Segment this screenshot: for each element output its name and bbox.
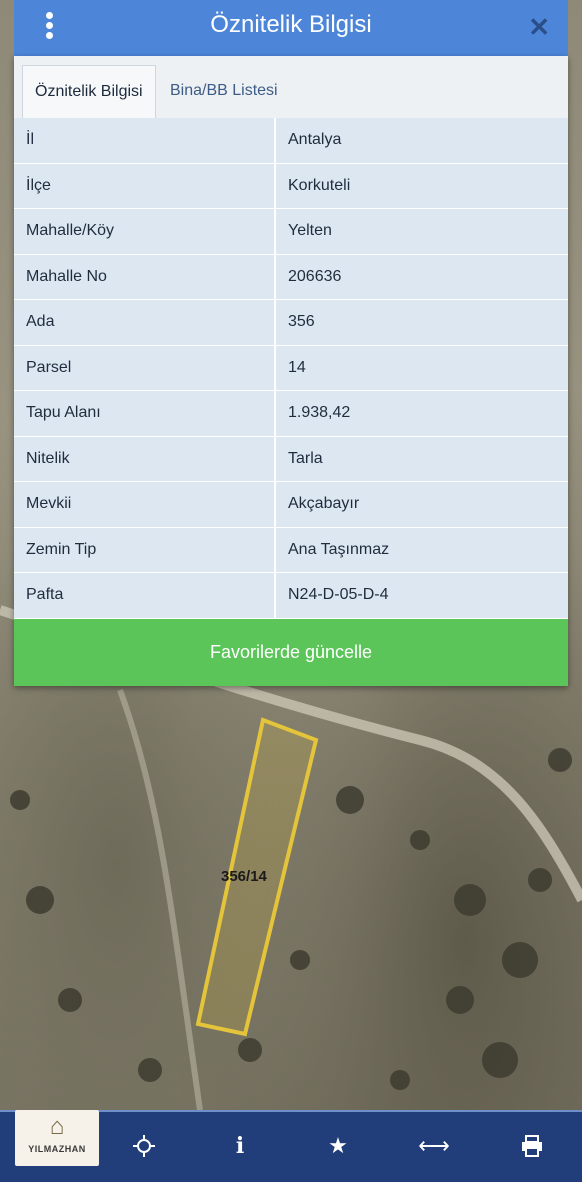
- attr-key: Mahalle/Köy: [14, 208, 275, 255]
- logo-name: YILMAZHAN: [28, 1144, 86, 1154]
- attr-value: 356: [274, 299, 568, 346]
- attribute-table: İl Antalya İlçe Korkuteli Mahalle/Köy Yelte…: [14, 118, 568, 619]
- attr-key: İlçe: [14, 163, 275, 209]
- tab-attribute-info[interactable]: Öznitelik Bilgisi: [22, 65, 156, 118]
- attr-key: Pafta: [14, 572, 275, 619]
- attr-key: Parsel: [14, 345, 275, 391]
- table-row: Parsel 14: [14, 345, 568, 391]
- attr-value: 14: [274, 345, 568, 391]
- table-row: Zemin Tip Ana Taşınmaz: [14, 527, 568, 573]
- pan-icon[interactable]: [126, 1126, 162, 1166]
- attr-key: İl: [14, 118, 275, 164]
- attr-value: Ana Taşınmaz: [274, 527, 568, 573]
- table-row: Pafta N24-D-05-D-4: [14, 572, 568, 619]
- attr-value: Korkuteli: [274, 163, 568, 209]
- attr-key: Tapu Alanı: [14, 390, 275, 437]
- table-row: İl Antalya: [14, 118, 568, 164]
- table-row: Ada 356: [14, 299, 568, 346]
- tab-bar: Öznitelik Bilgisi Bina/BB Listesi: [14, 56, 568, 118]
- table-row: İlçe Korkuteli: [14, 163, 568, 209]
- info-icon[interactable]: i: [222, 1126, 258, 1166]
- attribute-panel: Öznitelik Bilgisi Bina/BB Listesi İl Anta…: [14, 56, 568, 686]
- brand-logo: ⌂ YILMAZHAN: [15, 1110, 99, 1166]
- tab-building-list[interactable]: Bina/BB Listesi: [158, 65, 290, 117]
- attr-key: Zemin Tip: [14, 527, 275, 573]
- page-title: Öznitelik Bilgisi: [210, 11, 372, 38]
- attr-value: 1.938,42: [274, 390, 568, 437]
- attr-key: Ada: [14, 299, 275, 346]
- table-row: Nitelik Tarla: [14, 436, 568, 482]
- attr-value: Yelten: [274, 208, 568, 255]
- table-row: Mahalle/Köy Yelten: [14, 208, 568, 255]
- measure-icon[interactable]: ⟷: [416, 1126, 452, 1166]
- update-favorites-button[interactable]: Favorilerde güncelle: [14, 619, 568, 686]
- attr-value: Tarla: [274, 436, 568, 482]
- table-row: Tapu Alanı 1.938,42: [14, 390, 568, 437]
- attr-value: 206636: [274, 254, 568, 300]
- close-icon[interactable]: ✕: [528, 12, 550, 43]
- attr-value: N24-D-05-D-4: [274, 572, 568, 619]
- table-row: Mahalle No 206636: [14, 254, 568, 300]
- attr-key: Mevkii: [14, 481, 275, 528]
- header-bar: Öznitelik Bilgisi ✕: [14, 0, 568, 56]
- parcel-label: 356/14: [221, 868, 267, 885]
- attr-key: Nitelik: [14, 436, 275, 482]
- table-row: Mevkii Akçabayır: [14, 481, 568, 528]
- attr-value: Akçabayır: [274, 481, 568, 528]
- star-icon[interactable]: ★: [320, 1126, 356, 1166]
- attr-key: Mahalle No: [14, 254, 275, 300]
- print-icon[interactable]: [514, 1126, 550, 1166]
- attr-value: Antalya: [274, 118, 568, 164]
- home-logo-icon: ⌂: [49, 1113, 65, 1140]
